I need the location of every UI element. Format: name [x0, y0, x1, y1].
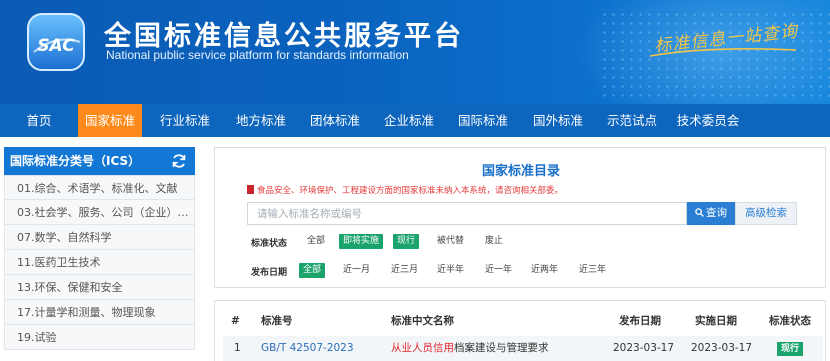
sidebar-list: 01.综合、术语学、标准化、文献 03.社会学、服务、公司（企业）的组... 07.…: [4, 175, 195, 350]
status-filter-option[interactable]: 废止: [481, 234, 507, 249]
standard-name-link[interactable]: 从业人员信用档案建设与管理要求: [391, 336, 549, 361]
header-banner: SAC 全国标准信息公共服务平台 National public service…: [0, 0, 830, 104]
site-subtitle: National public service platform for sta…: [106, 48, 409, 62]
column-header: #: [231, 315, 240, 327]
sidebar-item[interactable]: 17.计量学和测量、物理现象: [4, 300, 195, 325]
nav-item-3[interactable]: 地方标准: [228, 104, 294, 137]
sidebar-title: 国际标准分类号（ICS）: [10, 154, 141, 168]
notice-text: 食品安全、环境保护、工程建设方面的国家标准未纳入本系统，请咨询相关部委。: [247, 184, 563, 196]
sac-logo[interactable]: SAC: [26, 12, 86, 72]
sidebar-item[interactable]: 01.综合、术语学、标准化、文献: [4, 175, 195, 200]
notice-message: 食品安全、环境保护、工程建设方面的国家标准未纳入本系统，请咨询相关部委。: [257, 186, 564, 196]
name-highlight: 从业人员信用: [391, 342, 454, 354]
search-input[interactable]: [247, 202, 687, 225]
sidebar-item[interactable]: 19.试验: [4, 325, 195, 350]
sidebar-header: 国际标准分类号（ICS）: [4, 147, 195, 175]
ics-sidebar: 国际标准分类号（ICS） 01.综合、术语学、标准化、文献 03.社会学、服务、公…: [4, 147, 195, 350]
advanced-search-button[interactable]: 高级检索: [735, 202, 797, 225]
status-badge: 现行: [777, 342, 804, 356]
slogan-swoosh-icon: [649, 48, 797, 57]
column-header: 标准号: [261, 315, 293, 327]
status-filter-option[interactable]: 现行: [393, 234, 420, 249]
sidebar-item[interactable]: 11.医药卫生技术: [4, 250, 195, 275]
name-rest: 档案建设与管理要求: [454, 342, 549, 354]
date-filter-option[interactable]: 近三月: [387, 263, 422, 278]
status-filter-option[interactable]: 被代替: [433, 234, 468, 249]
status-filter-label: 标准状态: [251, 239, 288, 249]
column-header: 发布日期: [619, 315, 661, 327]
nav-item-1[interactable]: 国家标准: [78, 104, 142, 137]
logo-text: SAC: [37, 36, 75, 56]
standards-table: # 标准号 标准中文名称 发布日期 实施日期 标准状态 1 GB/T 42507-2023 从…: [214, 300, 826, 361]
date-filter-option[interactable]: 全部: [299, 263, 326, 278]
nav-item-4[interactable]: 团体标准: [304, 104, 366, 137]
nav-item-6[interactable]: 国际标准: [451, 104, 515, 137]
table-row[interactable]: 1 GB/T 42507-2023 从业人员信用档案建设与管理要求 2023-03-1…: [223, 336, 823, 361]
standard-code-link[interactable]: GB/T 42507-2023: [261, 336, 354, 361]
sidebar-item[interactable]: 13.环保、保健和安全: [4, 275, 195, 300]
catalog-title: 国家标准目录: [481, 164, 560, 179]
search-button[interactable]: 查询: [687, 202, 735, 225]
search-icon: [695, 208, 704, 217]
column-header: 标准状态: [769, 315, 811, 327]
nav-item-0[interactable]: 首页: [23, 104, 55, 137]
refresh-icon[interactable]: [171, 153, 187, 169]
nav-item-9[interactable]: 技术委员会: [668, 104, 748, 137]
table-header: # 标准号 标准中文名称 发布日期 实施日期 标准状态: [215, 309, 825, 333]
catalog-panel: 国家标准目录 食品安全、环境保护、工程建设方面的国家标准未纳入本系统，请咨询相关…: [214, 147, 826, 288]
publish-date: 2023-03-17: [613, 342, 675, 354]
date-filter-option[interactable]: 近两年: [527, 263, 562, 278]
search-button-label: 查询: [706, 207, 727, 219]
date-filter-option[interactable]: 近三年: [575, 263, 610, 278]
date-filter-label: 发布日期: [251, 268, 288, 278]
status-filter-option[interactable]: 即将实施: [339, 234, 384, 249]
row-index: 1: [234, 342, 241, 354]
main-nav: 首页 国家标准 行业标准 地方标准 团体标准 企业标准 国际标准 国外标准 示范试点 技术委员会: [0, 104, 830, 137]
nav-item-8[interactable]: 示范试点: [600, 104, 664, 137]
status-filter-option[interactable]: 全部: [303, 234, 329, 249]
date-filter-option[interactable]: 近一年: [481, 263, 516, 278]
nav-item-7[interactable]: 国外标准: [526, 104, 590, 137]
sidebar-item[interactable]: 07.数学、自然科学: [4, 225, 195, 250]
nav-item-2[interactable]: 行业标准: [152, 104, 218, 137]
bookmark-icon: [247, 185, 254, 194]
date-filter-option[interactable]: 近一月: [339, 263, 374, 278]
column-header: 实施日期: [695, 315, 737, 327]
sidebar-item[interactable]: 03.社会学、服务、公司（企业）的组...: [4, 200, 195, 225]
effective-date: 2023-03-17: [691, 342, 753, 354]
nav-item-5[interactable]: 企业标准: [377, 104, 441, 137]
date-filter-option[interactable]: 近半年: [433, 263, 468, 278]
column-header: 标准中文名称: [391, 315, 454, 327]
